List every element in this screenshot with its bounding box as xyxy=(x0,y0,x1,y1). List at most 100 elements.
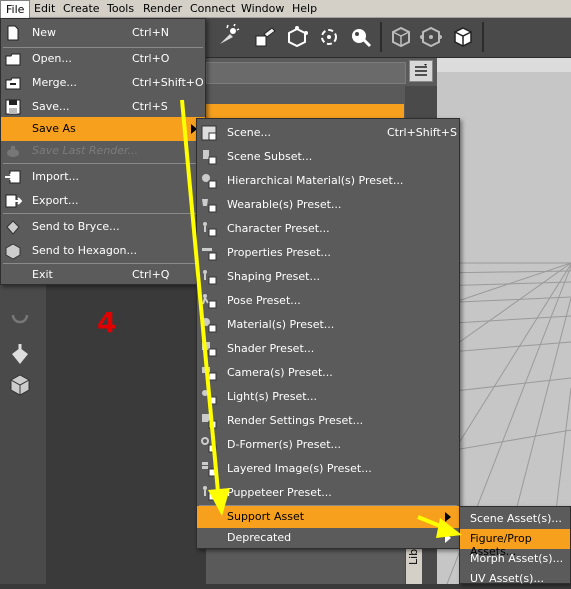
menu-item-label: Scene... xyxy=(227,126,272,139)
send-to-bryce-icon[interactable] xyxy=(8,342,32,366)
menu-item-open[interactable]: Open... Ctrl+O xyxy=(1,47,205,71)
surface-selection-icon[interactable] xyxy=(348,24,374,50)
menu-create[interactable]: Create xyxy=(63,2,100,15)
menu-item-label: Send to Hexagon... xyxy=(32,244,138,257)
menu-item-hierarchical-material-preset[interactable]: Hierarchical Material(s) Preset... xyxy=(197,169,459,193)
menu-item-label: Open... xyxy=(32,52,72,65)
menu-item-shortcut: Ctrl+Shift+O xyxy=(132,76,204,89)
node-tool-icon[interactable] xyxy=(418,24,444,50)
menu-file[interactable]: File xyxy=(0,0,31,18)
menu-edit[interactable]: Edit xyxy=(34,2,55,15)
menu-item-character-preset[interactable]: Character Preset... xyxy=(197,217,459,241)
menu-item-figure-prop-assets[interactable]: Figure/Prop Assets... xyxy=(460,529,570,558)
menu-item-send-to-hexagon[interactable]: Send to Hexagon... xyxy=(1,239,205,263)
import-icon xyxy=(4,168,22,186)
menu-item-export[interactable]: Export... xyxy=(1,189,205,213)
menu-item-cameras-preset[interactable]: Camera(s) Preset... xyxy=(197,361,459,385)
menu-item-uv-assets[interactable]: UV Asset(s)... xyxy=(460,569,570,589)
menu-item-exit[interactable]: Exit Ctrl+Q xyxy=(1,263,205,287)
menu-tools[interactable]: Tools xyxy=(107,2,134,15)
menu-item-shortcut: Ctrl+Shift+S xyxy=(387,126,457,139)
menu-item-dformers-preset[interactable]: D-Former(s) Preset... xyxy=(197,433,459,457)
menu-item-shortcut: Ctrl+S xyxy=(132,100,168,113)
spotlight-tool-icon[interactable] xyxy=(214,23,240,50)
menu-bar: File Edit Create Tools Render Connect Wi… xyxy=(0,0,571,18)
menu-item-label: Merge... xyxy=(32,76,77,89)
menu-item-scene-assets[interactable]: Scene Asset(s)... xyxy=(460,509,570,529)
menu-item-label: Render Settings Preset... xyxy=(227,414,364,427)
menu-item-new[interactable]: New Ctrl+N xyxy=(1,21,205,45)
menu-item-label: Layered Image(s) Preset... xyxy=(227,462,372,475)
save-as-submenu: Scene... Ctrl+Shift+S Scene Subset... Hi… xyxy=(196,118,460,549)
menu-item-scene[interactable]: Scene... Ctrl+Shift+S xyxy=(197,121,459,145)
menu-item-merge[interactable]: Merge... Ctrl+Shift+O xyxy=(1,71,205,95)
joint-tool-icon[interactable] xyxy=(284,24,310,50)
menu-item-label: Camera(s) Preset... xyxy=(227,366,333,379)
menu-item-support-asset[interactable]: Support Asset xyxy=(197,506,459,528)
submenu-arrow-icon xyxy=(445,533,451,543)
menu-item-render-settings-preset[interactable]: Render Settings Preset... xyxy=(197,409,459,433)
menu-item-scene-subset[interactable]: Scene Subset... xyxy=(197,145,459,169)
menu-item-label: Wearable(s) Preset... xyxy=(227,198,342,211)
menu-item-lights-preset[interactable]: Light(s) Preset... xyxy=(197,385,459,409)
menu-item-label: New xyxy=(32,26,56,39)
submenu-arrow-icon xyxy=(445,512,451,522)
menu-item-label: Pose Preset... xyxy=(227,294,301,307)
menu-item-label: Light(s) Preset... xyxy=(227,390,318,403)
menu-item-label: Save As xyxy=(32,122,76,135)
box-tool-icon[interactable] xyxy=(450,24,476,50)
menu-item-pose-preset[interactable]: Pose Preset... xyxy=(197,289,459,313)
menu-item-puppeteer-preset[interactable]: Puppeteer Preset... xyxy=(197,481,459,505)
menu-item-label: Deprecated xyxy=(227,531,292,544)
menu-window[interactable]: Window xyxy=(241,2,284,15)
menu-item-label: Exit xyxy=(32,268,53,281)
menu-item-materials-preset[interactable]: Material(s) Preset... xyxy=(197,313,459,337)
menu-item-morph-assets[interactable]: Morph Asset(s)... xyxy=(460,549,570,569)
panel-menu-icon[interactable] xyxy=(409,60,433,82)
preset-file-icon xyxy=(200,388,218,406)
menu-item-save-as[interactable]: Save As xyxy=(1,117,205,141)
menu-item-label: Shader Preset... xyxy=(227,342,315,355)
menu-item-label: Shaping Preset... xyxy=(227,270,320,283)
new-file-icon xyxy=(4,24,22,42)
cube-tool-icon[interactable] xyxy=(388,24,414,50)
paint-tool-icon[interactable] xyxy=(252,24,278,50)
menu-item-label: Puppeteer Preset... xyxy=(227,486,332,499)
menu-item-deprecated[interactable]: Deprecated xyxy=(197,528,459,548)
menu-item-label: Properties Preset... xyxy=(227,246,331,259)
menu-item-label: Import... xyxy=(32,170,79,183)
menu-item-label: D-Former(s) Preset... xyxy=(227,438,342,451)
merge-folder-icon xyxy=(4,74,22,92)
bryce-icon xyxy=(4,218,22,236)
left-tool-strip xyxy=(0,285,46,584)
menu-item-label: Morph Asset(s)... xyxy=(470,552,564,565)
preset-file-icon xyxy=(200,460,218,478)
menu-connect[interactable]: Connect xyxy=(190,2,235,15)
undo-icon[interactable] xyxy=(8,303,32,327)
preset-file-icon xyxy=(200,148,218,166)
menu-item-shaping-preset[interactable]: Shaping Preset... xyxy=(197,265,459,289)
menu-item-label: Support Asset xyxy=(227,510,305,523)
menu-help[interactable]: Help xyxy=(292,2,317,15)
rotate-tool-icon[interactable] xyxy=(316,24,342,50)
menu-item-import[interactable]: Import... xyxy=(1,165,205,189)
menu-item-save[interactable]: Save... Ctrl+S xyxy=(1,95,205,119)
menu-item-layered-images-preset[interactable]: Layered Image(s) Preset... xyxy=(197,457,459,481)
preset-file-icon xyxy=(200,292,218,310)
menu-item-label: Material(s) Preset... xyxy=(227,318,335,331)
export-icon xyxy=(4,192,23,210)
menu-item-shader-preset[interactable]: Shader Preset... xyxy=(197,337,459,361)
preset-file-icon xyxy=(200,484,218,502)
menu-render[interactable]: Render xyxy=(143,2,182,15)
open-folder-icon xyxy=(4,50,22,68)
menu-item-shortcut: Ctrl+N xyxy=(132,26,170,39)
step-number-label: 4 xyxy=(97,306,117,339)
preset-file-icon xyxy=(200,172,218,190)
support-asset-submenu: Scene Asset(s)... Figure/Prop Assets... … xyxy=(459,506,571,585)
send-to-hexagon-icon[interactable] xyxy=(8,373,32,397)
menu-item-label: Send to Bryce... xyxy=(32,220,120,233)
menu-item-wearables-preset[interactable]: Wearable(s) Preset... xyxy=(197,193,459,217)
menu-item-send-to-bryce[interactable]: Send to Bryce... xyxy=(1,215,205,239)
menu-item-properties-preset[interactable]: Properties Preset... xyxy=(197,241,459,265)
preset-file-icon xyxy=(200,340,218,358)
